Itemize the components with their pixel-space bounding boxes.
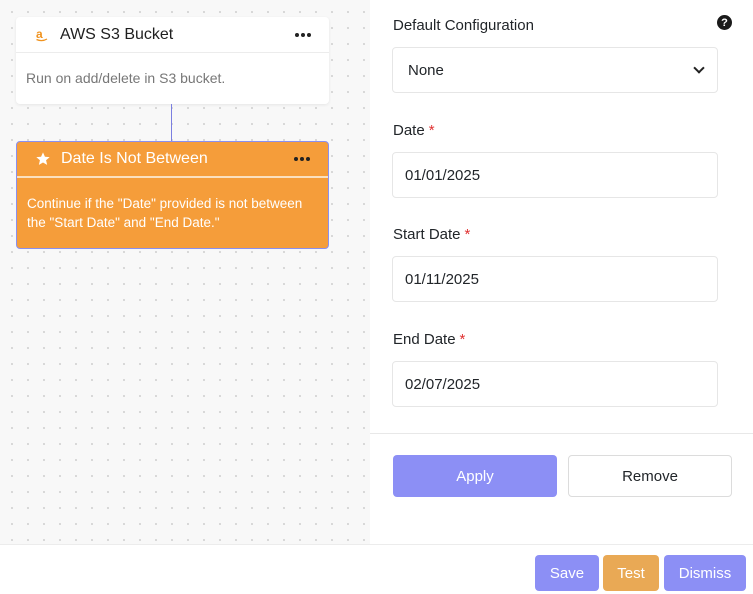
default-config-selected-value: None (408, 61, 444, 79)
workflow-canvas[interactable]: a AWS S3 Bucket Run on add/delete in S3 … (0, 0, 370, 544)
condition-node-title: Date Is Not Between (61, 150, 208, 167)
trigger-node-title: AWS S3 Bucket (60, 25, 174, 43)
more-options-icon[interactable] (288, 153, 316, 165)
star-icon (35, 151, 51, 167)
default-config-select[interactable]: None (392, 47, 718, 93)
footer-bar: Save Test Dismiss (0, 544, 753, 594)
end-date-input[interactable]: 02/07/2025 (392, 361, 718, 407)
node-connector (171, 104, 172, 141)
panel-divider (370, 433, 753, 434)
end-date-label: End Date * (393, 331, 465, 348)
condition-node-description: Continue if the "Date" provided is not b… (27, 196, 303, 230)
required-mark: * (459, 331, 466, 348)
remove-button[interactable]: Remove (568, 455, 732, 497)
save-button[interactable]: Save (535, 555, 599, 591)
required-mark: * (428, 122, 435, 139)
start-date-label-text: Start Date (393, 226, 461, 243)
more-options-icon[interactable] (289, 29, 317, 41)
start-date-label: Start Date * (393, 226, 470, 243)
trigger-node-description: Run on add/delete in S3 bucket. (26, 70, 226, 86)
date-label-text: Date (393, 122, 425, 139)
default-config-label: Default Configuration (393, 17, 534, 34)
config-panel: Default Configuration ? None Date * 01/01… (370, 0, 753, 544)
dismiss-button[interactable]: Dismiss (664, 555, 746, 591)
chevron-down-icon (693, 62, 705, 74)
apply-button[interactable]: Apply (393, 455, 557, 497)
end-date-label-text: End Date (393, 331, 456, 348)
start-date-input[interactable]: 01/11/2025 (392, 256, 718, 302)
trigger-node-header: a AWS S3 Bucket (16, 17, 329, 53)
test-button[interactable]: Test (603, 555, 659, 591)
trigger-node[interactable]: a AWS S3 Bucket Run on add/delete in S3 … (16, 17, 329, 104)
condition-node-header: Date Is Not Between (17, 142, 328, 178)
help-icon[interactable]: ? (717, 15, 732, 30)
date-input[interactable]: 01/01/2025 (392, 152, 718, 198)
required-mark: * (464, 226, 471, 243)
date-label: Date * (393, 122, 435, 139)
condition-node[interactable]: Date Is Not Between Continue if the "Dat… (16, 141, 329, 249)
amazon-icon: a (34, 27, 50, 43)
